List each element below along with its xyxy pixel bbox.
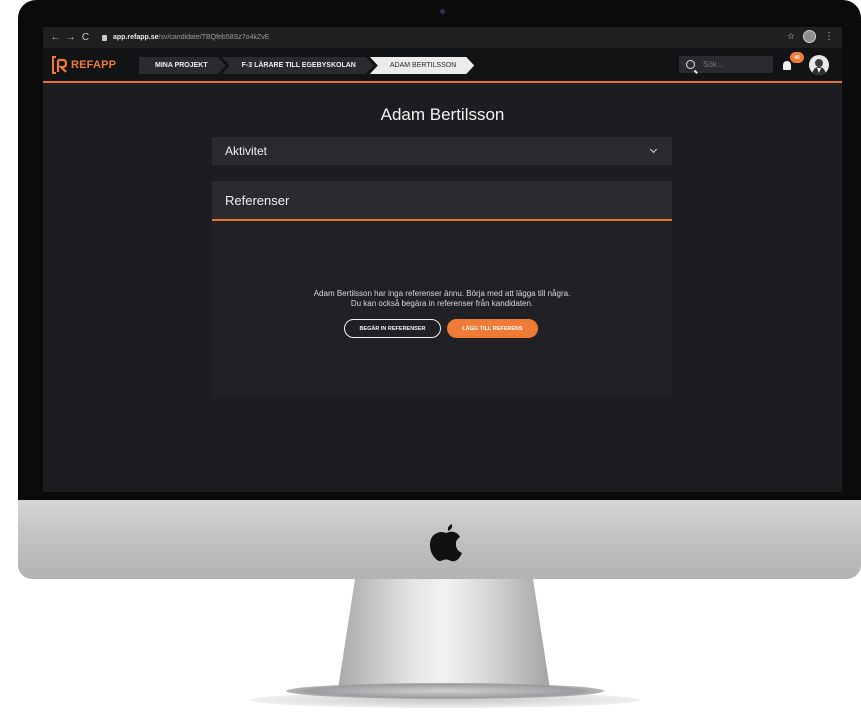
browser-actions: ☆ ⋮ [787,30,834,43]
reload-icon[interactable]: C [79,32,92,43]
references-header: Referenser [212,181,672,221]
breadcrumb-mina-projekt[interactable]: MINA PROJEKT [139,57,226,74]
page-title: Adam Bertilsson [380,105,505,124]
refapp-logo[interactable]: REFAPP [52,56,116,74]
screen: ← → C app.refapp.se /sv/candidate/TBQfeb… [43,27,842,492]
user-avatar-icon [812,59,826,75]
monitor-stand [338,579,550,689]
search-box [679,56,773,73]
add-reference-button[interactable]: LÄGG TILL REFERENS [447,319,538,338]
address-path: /sv/candidate/TBQfeb58Sz7o4kZvE [158,34,270,41]
breadcrumb: MINA PROJEKT F-3 LÄRARE TILL EGEBYSKOLAN… [139,57,470,74]
breadcrumb-candidate[interactable]: ADAM BERTILSSON [370,57,474,74]
references-label: Referenser [225,192,290,208]
search-icon[interactable] [686,60,695,69]
references-body: Adam Bertilsson har inga referenser ännu… [212,223,672,398]
request-references-button[interactable]: BEGÄR IN REFERENSER [344,319,441,338]
kebab-menu-icon[interactable]: ⋮ [824,31,834,42]
back-arrow-icon[interactable]: ← [49,32,62,43]
breadcrumb-project[interactable]: F-3 LÄRARE TILL EGEBYSKOLAN [222,57,374,74]
chevron-down-icon[interactable] [649,145,658,154]
star-icon[interactable]: ☆ [787,31,795,42]
empty-message-line-2: Du kan också begära in referenser från k… [350,299,534,308]
bell-icon[interactable] [783,61,791,70]
activity-label: Aktivitet [225,144,268,158]
camera-dot [440,9,445,14]
browser-toolbar: ← → C app.refapp.se /sv/candidate/TBQfeb… [43,27,842,48]
search-input[interactable] [703,60,763,69]
empty-message-line-1: Adam Bertilsson har inga referenser ännu… [313,289,571,298]
avatar[interactable] [809,55,829,75]
lock-icon [102,34,107,41]
activity-panel[interactable]: Aktivitet [212,137,672,165]
empty-state-message: Adam Bertilsson har inga referenser ännu… [212,289,672,309]
browser-nav: ← → C [43,32,92,43]
imac-mockup: ← → C app.refapp.se /sv/candidate/TBQfeb… [0,0,861,713]
address-host: app.refapp.se [113,34,159,41]
refapp-logo-icon [52,56,68,74]
apple-logo-icon [430,524,462,562]
stand-base [286,683,604,699]
empty-state-actions: BEGÄR IN REFERENSER LÄGG TILL REFERENS [344,319,538,338]
forward-arrow-icon[interactable]: → [64,32,77,43]
logo-text: REFAPP [71,59,117,71]
browser-profile-icon[interactable] [803,30,816,43]
app-header: REFAPP MINA PROJEKT F-3 LÄRARE TILL EGEB… [43,48,842,83]
address-bar[interactable]: app.refapp.se /sv/candidate/TBQfeb58Sz7o… [102,34,269,41]
notification-badge: 40 [790,52,804,63]
